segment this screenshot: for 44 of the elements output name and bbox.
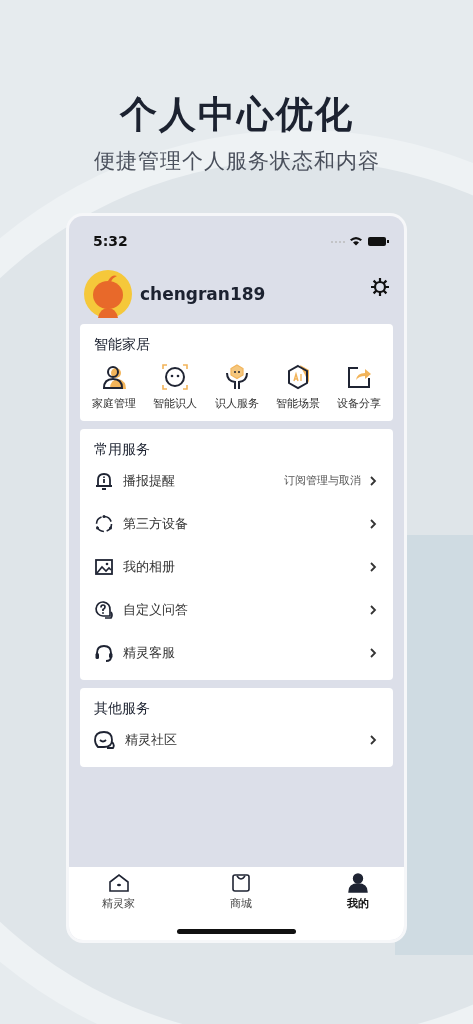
- menu-row[interactable]: 自定义问答: [94, 588, 379, 631]
- shortcut-button[interactable]: 家庭管理: [84, 364, 144, 411]
- status-time: 5:32: [93, 233, 128, 249]
- menu-row[interactable]: 精灵社区: [94, 718, 379, 761]
- shortcut-button[interactable]: 智能识人: [145, 364, 206, 411]
- shortcut-button[interactable]: 识人服务: [206, 364, 267, 411]
- avatar: [84, 270, 132, 318]
- chevron-icon: [369, 646, 377, 659]
- image-icon: [94, 556, 114, 577]
- headline: 个人中心优化: [119, 92, 354, 138]
- house-icon: [107, 873, 130, 893]
- menu-row[interactable]: 精灵客服: [94, 631, 379, 674]
- row-detail: 订阅管理与取消: [284, 473, 361, 488]
- shortcut-button[interactable]: 设备分享: [329, 364, 389, 411]
- question-icon: [94, 599, 114, 620]
- menu-row[interactable]: 播报提醒 订阅管理与取消: [94, 459, 379, 502]
- username: chengran189: [140, 284, 267, 304]
- chevron-icon: [369, 517, 377, 530]
- user-icon: [347, 873, 369, 893]
- section-title: 其他服务: [94, 699, 151, 718]
- share-icon: [346, 364, 372, 390]
- chevron-icon: [369, 733, 377, 746]
- person-icon: [101, 364, 127, 390]
- section-title: 智能家居: [94, 335, 151, 354]
- section-title: 常用服务: [94, 440, 151, 459]
- hands-icon: [223, 364, 250, 390]
- chevron-icon: [369, 560, 377, 573]
- ring-icon: [94, 513, 114, 534]
- menu-row[interactable]: 我的相册: [94, 545, 379, 588]
- chevron-icon: [369, 603, 377, 616]
- chevron-icon: [369, 474, 377, 487]
- shortcut-button[interactable]: 智能场景: [267, 364, 328, 411]
- headset-icon: [94, 642, 114, 663]
- settings-icon[interactable]: [370, 277, 390, 297]
- menu-row[interactable]: 第三方设备: [94, 502, 379, 545]
- subtitle: 便捷管理个人服务状态和内容: [93, 148, 380, 175]
- bell-icon: [94, 470, 114, 491]
- tab[interactable]: 我的: [347, 873, 369, 911]
- tab[interactable]: 精灵家: [102, 873, 135, 911]
- tab[interactable]: 商城: [230, 873, 252, 911]
- chat-icon: [94, 729, 116, 750]
- bag-icon: [230, 873, 252, 893]
- status-icons: [330, 235, 390, 247]
- face-scan-icon: [162, 364, 189, 390]
